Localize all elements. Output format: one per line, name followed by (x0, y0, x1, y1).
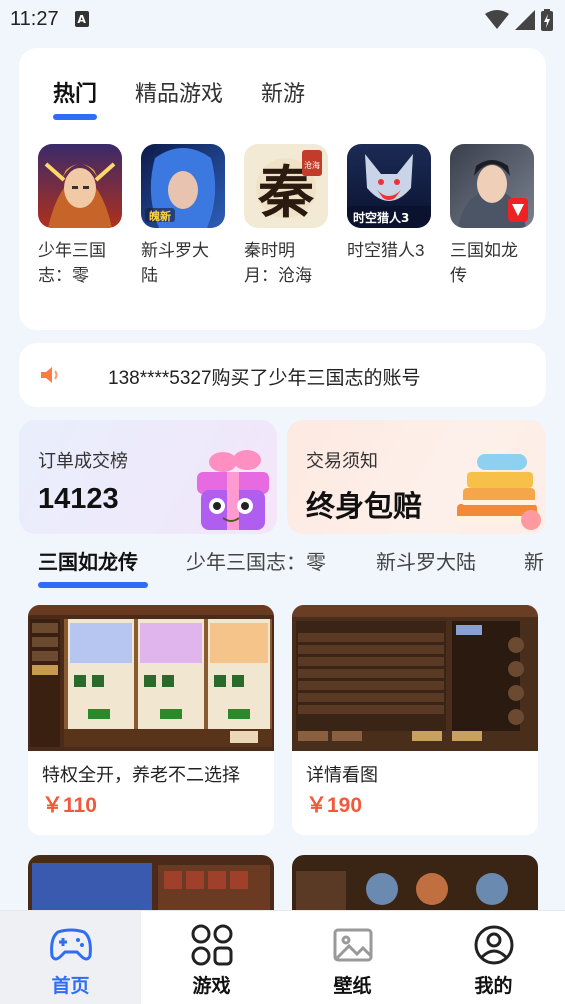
game-item[interactable]: 三国如龙 传 (450, 144, 534, 288)
game-name: 秦时明 月：沧海 (244, 238, 328, 288)
stat-label: 交易须知 (306, 451, 378, 471)
nav-label: 游戏 (192, 976, 231, 997)
filter-tab[interactable]: 少年三国志：零 (186, 546, 326, 575)
tab-new-label: 新游 (261, 81, 306, 106)
nav-home[interactable]: 首页 (0, 911, 141, 1004)
books-icon (457, 454, 541, 530)
nav-profile[interactable]: 我的 (423, 911, 564, 1004)
signal-icon (515, 10, 535, 30)
nav-wallpaper[interactable]: 壁纸 (282, 911, 423, 1004)
game-name-line2: 志：零 (38, 266, 89, 285)
game-name: 少年三国 志：零 (38, 238, 122, 288)
game-name-line2: 陆 (141, 266, 158, 285)
filter-tab[interactable]: 新斗罗大陆 (376, 546, 476, 575)
product-card[interactable]: 特权全开，养老不二选择 ￥110 (28, 605, 274, 835)
product-price: ￥190 (306, 794, 363, 817)
tab-premium-games[interactable]: 精品游戏 (135, 76, 223, 108)
status-bar: 11:27 A (0, 0, 565, 38)
battery-icon (541, 9, 553, 31)
bottom-navigation: 首页 游戏 壁纸 我的 (0, 910, 565, 1004)
status-time: 11:27 (10, 7, 59, 30)
hot-games-card: 热门 精品游戏 新游 少年三国 志：零 魄新 新斗罗大 陆 秦 沧海 秦时明 月… (19, 48, 546, 330)
qin-calligraphy-icon: 秦 沧海 (244, 144, 328, 228)
product-screenshot (28, 855, 274, 915)
game-badge: 魄新 (149, 209, 171, 223)
game-category-tabs: 热门 精品游戏 新游 (53, 76, 305, 120)
notice-text: 138****5327购买了少年三国志的账号 (108, 368, 421, 389)
game-name-line1: 新斗罗大 (141, 241, 209, 260)
user-icon (472, 923, 516, 967)
game-item[interactable]: 秦 沧海 秦时明 月：沧海 (244, 144, 328, 288)
game-name-line1: 三国如龙 (450, 241, 518, 260)
product-card[interactable]: 详情看图 ￥190 (292, 605, 538, 835)
purchase-notice-bar[interactable]: 138****5327购买了少年三国志的账号 (19, 343, 546, 407)
nav-label: 我的 (474, 976, 513, 997)
hot-game-list: 少年三国 志：零 魄新 新斗罗大 陆 秦 沧海 秦时明 月：沧海 时空猎人3 时… (38, 144, 534, 288)
product-card-partial[interactable] (292, 855, 538, 915)
stat-value: 14123 (38, 483, 119, 515)
nav-games[interactable]: 游戏 (141, 911, 282, 1004)
filter-tab[interactable]: 新 (524, 546, 544, 575)
stat-value: 终身包赔 (306, 491, 423, 523)
product-title: 特权全开，养老不二选择 (42, 765, 240, 785)
blue-hero-icon: 魄新 (141, 144, 225, 228)
game-name-line1: 少年三国 (38, 241, 106, 260)
grid-circles-icon (190, 923, 234, 967)
game-name: 三国如龙 传 (450, 238, 534, 288)
product-screenshot (28, 605, 274, 751)
gift-box-icon (197, 450, 269, 530)
tab-hot-label: 热门 (53, 81, 98, 106)
filter-tab-indicator (38, 582, 148, 588)
tab-premium-label: 精品游戏 (135, 81, 224, 106)
filter-tab[interactable]: 三国如龙传 (38, 546, 138, 575)
game-item[interactable]: 魄新 新斗罗大 陆 (141, 144, 225, 288)
tab-active-indicator (53, 114, 97, 120)
game-name-line1: 时空猎人3 (347, 241, 425, 260)
game-item[interactable]: 时空猎人3 时空猎人3 (347, 144, 431, 288)
gamepad-icon (49, 923, 93, 967)
status-icons (485, 9, 553, 31)
game-name: 时空猎人3 (347, 238, 431, 263)
game-name-line2: 传 (450, 266, 467, 285)
product-card-partial[interactable] (28, 855, 274, 915)
game-name: 新斗罗大 陆 (141, 238, 225, 288)
game-item[interactable]: 少年三国 志：零 (38, 144, 122, 288)
warrior-red-icon (38, 144, 122, 228)
wifi-icon (485, 10, 509, 29)
picture-icon (331, 923, 375, 967)
speaker-icon (41, 367, 58, 383)
product-screenshot (292, 605, 538, 751)
tab-new-games[interactable]: 新游 (261, 76, 305, 108)
trade-notice-card[interactable]: 交易须知 终身包赔 (287, 420, 546, 534)
game-name-line2: 月：沧海 (244, 266, 312, 285)
nav-label: 壁纸 (333, 976, 372, 997)
game-name-line1: 秦时明 (244, 241, 295, 260)
game-icon-seal: 沧海 (304, 160, 320, 170)
wolf-hunter-icon: 时空猎人3 (347, 144, 431, 228)
product-price: ￥110 (42, 794, 97, 817)
notification-icon: A (74, 11, 89, 27)
order-ranking-card[interactable]: 订单成交榜 14123 (19, 420, 277, 534)
general-portrait-icon (450, 144, 534, 228)
game-badge: 时空猎人3 (353, 210, 409, 225)
stat-label: 订单成交榜 (38, 451, 128, 471)
product-title: 详情看图 (306, 765, 378, 785)
tab-hot[interactable]: 热门 (53, 76, 98, 120)
nav-label: 首页 (51, 976, 90, 997)
product-screenshot (292, 855, 538, 915)
